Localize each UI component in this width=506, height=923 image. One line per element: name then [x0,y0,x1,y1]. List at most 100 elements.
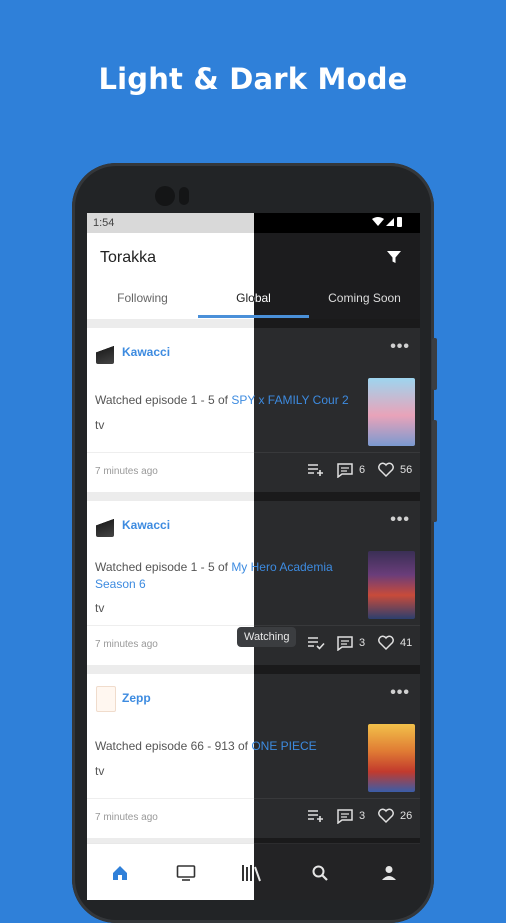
wifi-battery-icon [372,217,402,227]
tab-global[interactable]: Global [198,291,254,305]
anime-title-link[interactable]: SPY x FAMILY Cour 2 [254,393,349,407]
sensor [179,187,189,205]
tab-indicator [198,315,254,318]
tab-coming-soon[interactable]: Coming Soon [309,291,420,305]
watching-tooltip: Watching [254,627,297,647]
status-icons [370,216,406,231]
tab-bar: Following Global Coming Soon [87,281,254,320]
more-options-icon[interactable]: ••• [390,511,410,529]
username[interactable]: Kawacci [122,518,170,532]
avatar[interactable] [96,513,114,537]
comment-count: 6 [359,464,366,476]
avatar[interactable] [96,340,114,364]
card-divider [87,625,254,626]
username[interactable]: Zepp [122,691,151,705]
comment-button[interactable]: 6 [336,460,365,480]
like-button[interactable]: 56 [377,460,412,480]
card-divider [87,798,254,799]
time-ago: 7 minutes ago [95,639,158,650]
nav-search[interactable] [309,862,331,884]
camera [155,186,175,206]
card-gap [254,665,420,674]
card-gap [87,665,254,674]
side-button-power [432,338,437,390]
anime-poster[interactable] [368,724,415,792]
comment-button[interactable]: 3 [336,633,365,653]
filter-icon[interactable] [386,249,402,265]
comment-icon [337,809,353,824]
comment-icon [337,463,353,478]
nav-library[interactable] [241,862,254,884]
feed-card[interactable]: Zepp ••• Watched episode 66 - 913 of ONE… [87,674,254,838]
nav-library[interactable] [254,862,263,884]
heart-icon [378,635,394,651]
like-count: 41 [400,637,413,649]
activity-description: Watched episode 1 - 5 of SPY x FAMILY Co… [95,392,254,409]
username[interactable]: Kawacci [122,345,170,359]
nav-profile[interactable] [378,862,400,884]
anime-poster[interactable] [368,551,415,619]
nav-home[interactable] [109,862,131,884]
card-divider [254,452,420,453]
bottom-navigation [87,843,254,900]
profile-icon [382,866,396,880]
anime-poster[interactable] [368,378,415,446]
like-button[interactable]: 26 [377,806,412,826]
comment-count: 3 [359,637,366,649]
home-icon [113,866,127,880]
card-gap [254,492,420,501]
activity-description: Watched episode 1 - 5 of My Hero Academi… [254,559,357,593]
time-ago: 7 minutes ago [95,466,158,477]
activity-description: Watched episode 66 - 913 of ONE PIECE [254,738,357,755]
status-bar: 1:54 [87,213,254,233]
card-divider [254,625,420,626]
heart-icon [378,462,394,478]
activity-prefix: Watched episode 66 - 913 of [95,739,252,753]
headline: Light & Dark Mode [98,62,408,96]
phone-screen: 1:54 Torakka Following Global Coming Soo… [87,213,420,900]
side-button-volume [432,420,437,522]
feed-card[interactable]: Kawacci ••• Watched episode 1 - 5 of SPY… [254,328,420,492]
activity-description: Watched episode 1 - 5 of SPY x FAMILY Co… [254,392,357,409]
anime-title-link[interactable]: SPY x FAMILY Cour 2 [231,393,254,407]
like-button[interactable]: 41 [377,633,412,653]
add-to-list-button[interactable] [307,806,325,826]
comment-icon [337,636,353,651]
card-gap [87,492,254,501]
status-time: 1:54 [93,217,115,229]
comment-button[interactable]: 3 [336,806,365,826]
playlist-add-icon [308,810,323,822]
anime-title-link[interactable]: ONE PIECE [254,739,317,753]
heart-icon [378,808,394,824]
card-divider [87,452,254,453]
app-title: Torakka [100,249,157,266]
media-kind: tv [95,764,105,778]
activity-prefix: Watched episode 1 - 5 of [95,393,232,407]
feed-card[interactable]: Kawacci ••• Watched episode 1 - 5 of My … [87,501,254,665]
nav-tv[interactable] [175,862,197,884]
tab-following[interactable]: Following [87,291,198,305]
card-divider [254,798,420,799]
avatar[interactable] [96,686,116,712]
feed-card[interactable]: Kawacci ••• Watched episode 1 - 5 of SPY… [87,328,254,492]
tab-indicator [254,315,309,318]
anime-title-link[interactable]: My Hero Academia Season 6 [254,560,333,591]
feed-card[interactable]: Zepp ••• Watched episode 66 - 913 of ONE… [254,674,420,838]
dark-mode-half: 1:54 Torakka Following Global Coming Soo… [254,213,420,900]
tab-global[interactable]: Global [254,291,309,305]
more-options-icon[interactable]: ••• [390,338,410,356]
time-ago: 7 minutes ago [95,812,158,823]
add-to-list-button[interactable] [307,460,325,480]
activity-description: Watched episode 66 - 913 of ONE PIECE [95,738,254,755]
add-to-list-button[interactable] [307,633,325,653]
app-bar: Torakka [87,233,254,281]
library-icon [242,865,252,881]
watching-tooltip: Watching [237,627,254,647]
more-options-icon[interactable]: ••• [390,684,410,702]
like-count: 26 [400,810,413,822]
search-icon [312,865,328,881]
status-bar: 1:54 [254,213,420,233]
activity-prefix: Watched episode 1 - 5 of [95,560,232,574]
tab-bar: Following Global Coming Soon [254,281,420,320]
activity-description: Watched episode 1 - 5 of My Hero Academi… [95,559,254,593]
